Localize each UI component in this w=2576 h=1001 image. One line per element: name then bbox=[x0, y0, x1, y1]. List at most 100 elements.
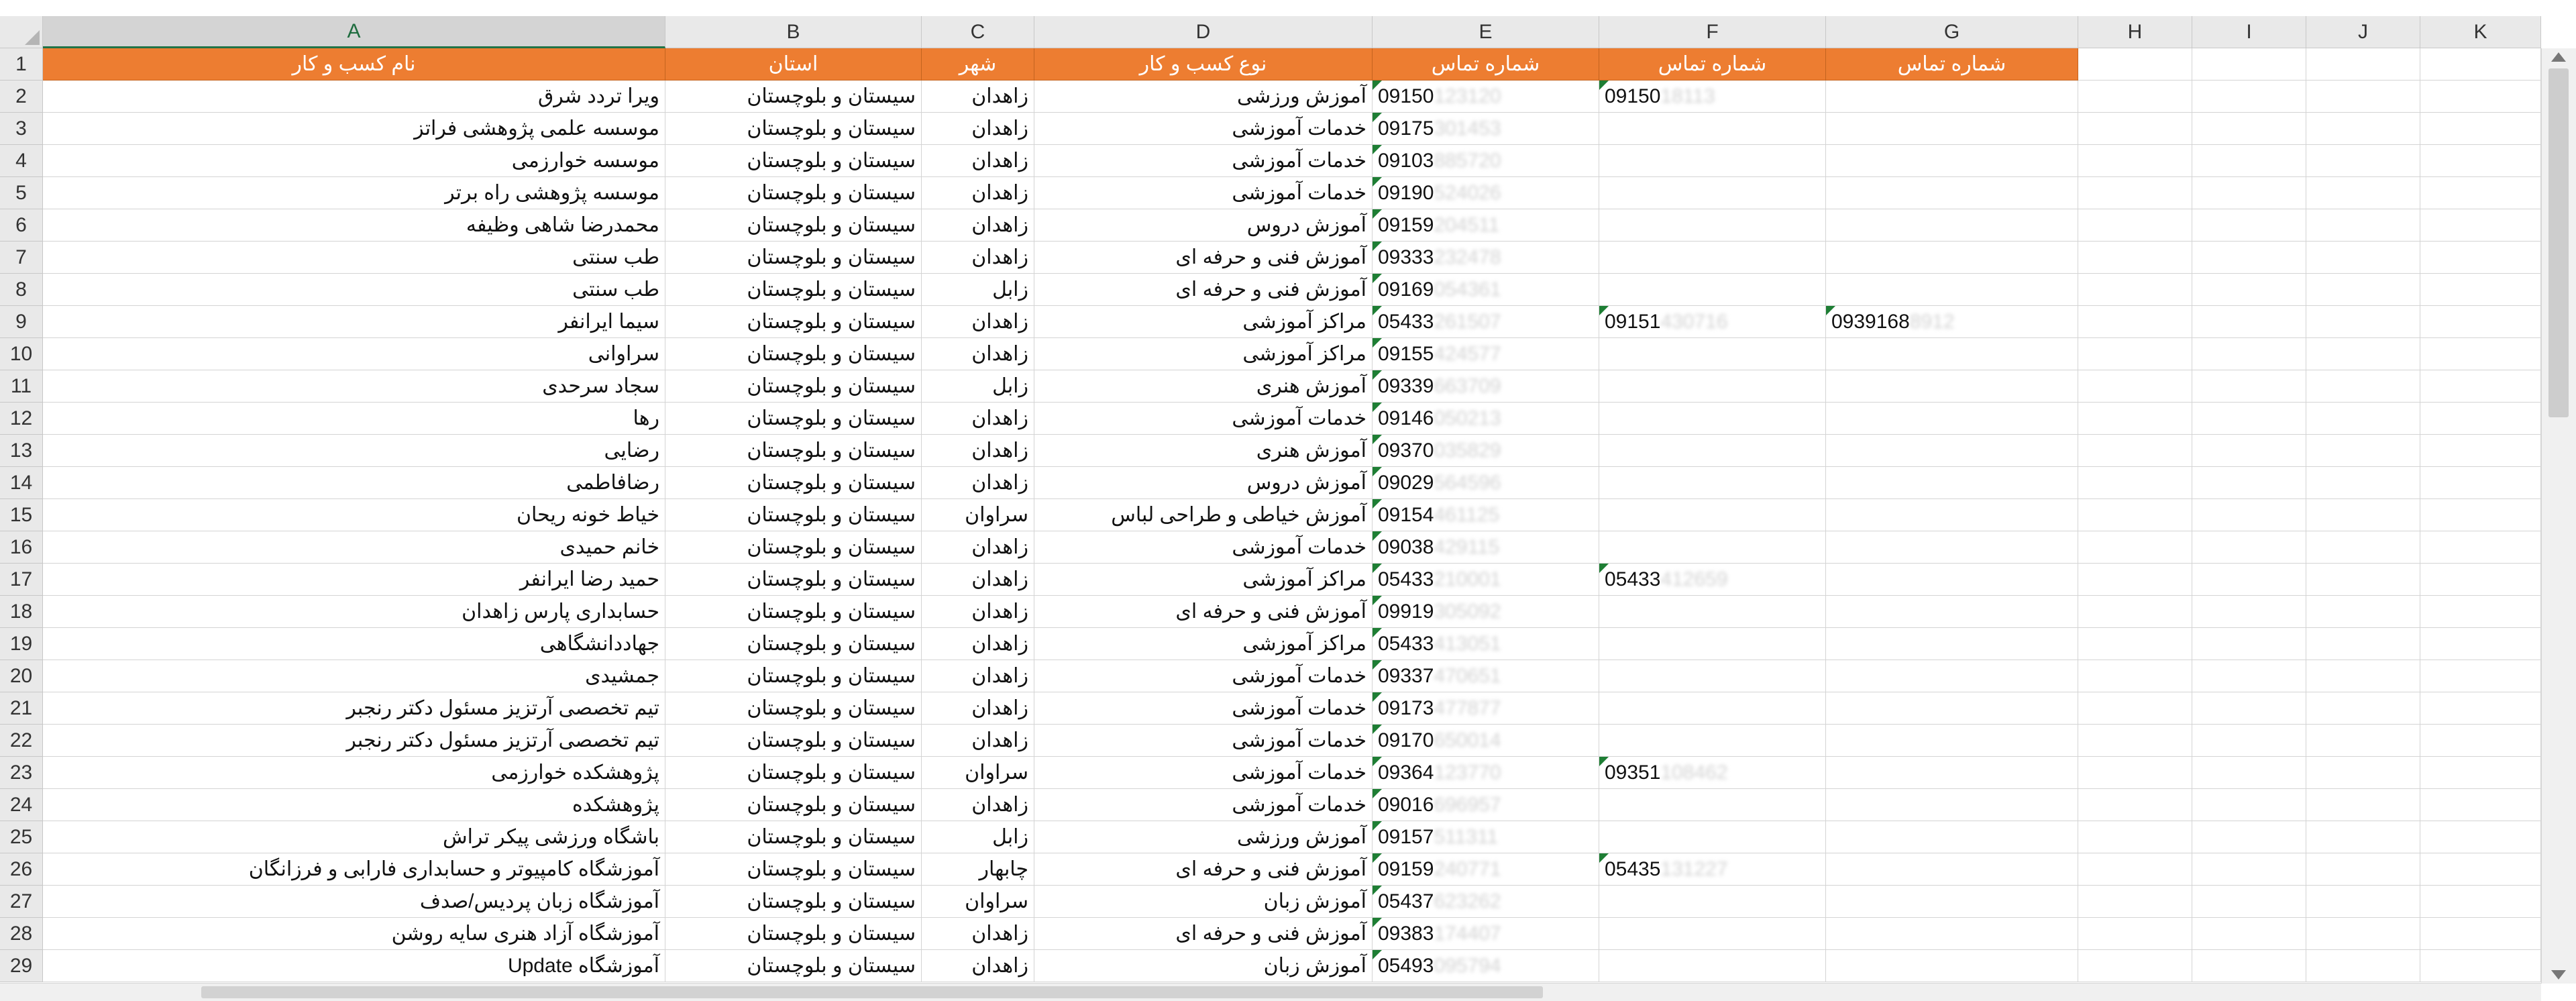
business-name-cell[interactable]: آموزشگاه Update bbox=[43, 950, 665, 982]
phone-cell-e[interactable]: 09016 696957 bbox=[1373, 789, 1599, 821]
empty-cell[interactable] bbox=[2192, 113, 2306, 145]
empty-cell[interactable] bbox=[2192, 145, 2306, 177]
province-cell[interactable]: سیستان و بلوچستان bbox=[665, 370, 922, 403]
empty-cell[interactable] bbox=[1599, 403, 1826, 435]
empty-cell[interactable] bbox=[2420, 81, 2541, 113]
column-header-a[interactable]: A bbox=[43, 16, 665, 48]
empty-cell[interactable] bbox=[2420, 918, 2541, 950]
phone-cell-e[interactable]: 09370 035829 bbox=[1373, 435, 1599, 467]
empty-cell[interactable] bbox=[2078, 145, 2192, 177]
empty-cell[interactable] bbox=[1599, 531, 1826, 564]
empty-cell[interactable] bbox=[2420, 467, 2541, 499]
empty-cell[interactable] bbox=[2306, 628, 2420, 660]
province-cell[interactable]: سیستان و بلوچستان bbox=[665, 435, 922, 467]
empty-cell[interactable] bbox=[1826, 853, 2078, 886]
province-cell[interactable]: سیستان و بلوچستان bbox=[665, 338, 922, 370]
city-cell[interactable]: زابل bbox=[922, 821, 1034, 853]
business-type-cell[interactable]: خدمات آموزشی bbox=[1034, 403, 1373, 435]
empty-cell[interactable] bbox=[2420, 821, 2541, 853]
row-header[interactable]: 1 bbox=[0, 48, 43, 81]
phone-cell-e[interactable]: 09337 470651 bbox=[1373, 660, 1599, 692]
business-name-cell[interactable]: جمشیدی bbox=[43, 660, 665, 692]
empty-cell[interactable] bbox=[1599, 338, 1826, 370]
empty-cell[interactable] bbox=[2420, 596, 2541, 628]
city-cell[interactable]: زاهدان bbox=[922, 113, 1034, 145]
empty-cell[interactable] bbox=[2306, 789, 2420, 821]
row-header[interactable]: 15 bbox=[0, 499, 43, 531]
row-header[interactable]: 6 bbox=[0, 209, 43, 242]
phone-cell-f[interactable]: 09151 430716 bbox=[1599, 306, 1826, 338]
empty-cell[interactable] bbox=[2306, 950, 2420, 982]
empty-cell[interactable] bbox=[2420, 370, 2541, 403]
vertical-scroll-thumb[interactable] bbox=[2548, 68, 2569, 417]
empty-cell[interactable] bbox=[1599, 660, 1826, 692]
business-type-cell[interactable]: آموزش زبان bbox=[1034, 886, 1373, 918]
empty-cell[interactable] bbox=[2306, 403, 2420, 435]
empty-cell[interactable] bbox=[2192, 274, 2306, 306]
business-name-cell[interactable]: طب سنتی bbox=[43, 274, 665, 306]
phone-cell-e[interactable]: 09175 301453 bbox=[1373, 113, 1599, 145]
empty-cell[interactable] bbox=[2078, 660, 2192, 692]
row-header[interactable]: 13 bbox=[0, 435, 43, 467]
empty-cell[interactable] bbox=[1599, 242, 1826, 274]
row-header[interactable]: 8 bbox=[0, 274, 43, 306]
empty-cell[interactable] bbox=[1826, 81, 2078, 113]
empty-cell[interactable] bbox=[2078, 886, 2192, 918]
city-cell[interactable]: سراوان bbox=[922, 499, 1034, 531]
business-name-cell[interactable]: پژوهشکده bbox=[43, 789, 665, 821]
city-cell[interactable]: زاهدان bbox=[922, 403, 1034, 435]
empty-cell[interactable] bbox=[1599, 209, 1826, 242]
column-header-c[interactable]: C bbox=[922, 16, 1034, 48]
empty-cell[interactable] bbox=[1826, 145, 2078, 177]
province-cell[interactable]: سیستان و بلوچستان bbox=[665, 177, 922, 209]
row-header[interactable]: 27 bbox=[0, 886, 43, 918]
business-type-cell[interactable]: آموزش زبان bbox=[1034, 950, 1373, 982]
city-cell[interactable]: زاهدان bbox=[922, 435, 1034, 467]
empty-cell[interactable] bbox=[2078, 821, 2192, 853]
province-cell[interactable]: سیستان و بلوچستان bbox=[665, 853, 922, 886]
empty-cell[interactable] bbox=[2420, 757, 2541, 789]
empty-cell[interactable] bbox=[1599, 886, 1826, 918]
province-cell[interactable]: سیستان و بلوچستان bbox=[665, 725, 922, 757]
phone-cell-e[interactable]: 05493 095794 bbox=[1373, 950, 1599, 982]
business-type-cell[interactable]: خدمات آموزشی bbox=[1034, 145, 1373, 177]
empty-cell[interactable] bbox=[2078, 306, 2192, 338]
row-header[interactable]: 17 bbox=[0, 564, 43, 596]
phone-cell-e[interactable]: 09383 174407 bbox=[1373, 918, 1599, 950]
business-type-cell[interactable]: خدمات آموزشی bbox=[1034, 177, 1373, 209]
city-cell[interactable]: زاهدان bbox=[922, 145, 1034, 177]
phone-cell-f[interactable]: 09150 18113 bbox=[1599, 81, 1826, 113]
empty-cell[interactable] bbox=[1599, 821, 1826, 853]
business-type-cell[interactable]: آموزش فنی و حرفه ای bbox=[1034, 853, 1373, 886]
phone-cell-g[interactable]: 0939168 8912 bbox=[1826, 306, 2078, 338]
empty-cell[interactable] bbox=[1826, 628, 2078, 660]
empty-cell[interactable] bbox=[2306, 499, 2420, 531]
city-cell[interactable]: زاهدان bbox=[922, 596, 1034, 628]
empty-cell[interactable] bbox=[2306, 564, 2420, 596]
row-header[interactable]: 9 bbox=[0, 306, 43, 338]
empty-cell[interactable] bbox=[2192, 660, 2306, 692]
business-type-cell[interactable]: آموزش فنی و حرفه ای bbox=[1034, 596, 1373, 628]
empty-cell[interactable] bbox=[1599, 918, 1826, 950]
empty-cell[interactable] bbox=[2306, 306, 2420, 338]
header-cell-d[interactable]: نوع کسب و کار bbox=[1034, 48, 1373, 81]
empty-cell[interactable] bbox=[1826, 564, 2078, 596]
row-header[interactable]: 14 bbox=[0, 467, 43, 499]
row-header[interactable]: 11 bbox=[0, 370, 43, 403]
empty-cell[interactable] bbox=[1826, 596, 2078, 628]
city-cell[interactable]: زاهدان bbox=[922, 950, 1034, 982]
empty-cell[interactable] bbox=[2192, 81, 2306, 113]
empty-cell[interactable] bbox=[1599, 435, 1826, 467]
empty-cell[interactable] bbox=[2192, 628, 2306, 660]
phone-cell-e[interactable]: 05433 413051 bbox=[1373, 628, 1599, 660]
business-type-cell[interactable]: آموزش فنی و حرفه ای bbox=[1034, 242, 1373, 274]
empty-cell[interactable] bbox=[2420, 338, 2541, 370]
province-cell[interactable]: سیستان و بلوچستان bbox=[665, 628, 922, 660]
city-cell[interactable]: زاهدان bbox=[922, 209, 1034, 242]
empty-cell[interactable] bbox=[2078, 242, 2192, 274]
city-cell[interactable]: زاهدان bbox=[922, 467, 1034, 499]
empty-cell[interactable] bbox=[1826, 338, 2078, 370]
empty-cell[interactable] bbox=[2420, 564, 2541, 596]
horizontal-scrollbar[interactable] bbox=[0, 983, 2541, 1001]
empty-cell[interactable] bbox=[2078, 467, 2192, 499]
